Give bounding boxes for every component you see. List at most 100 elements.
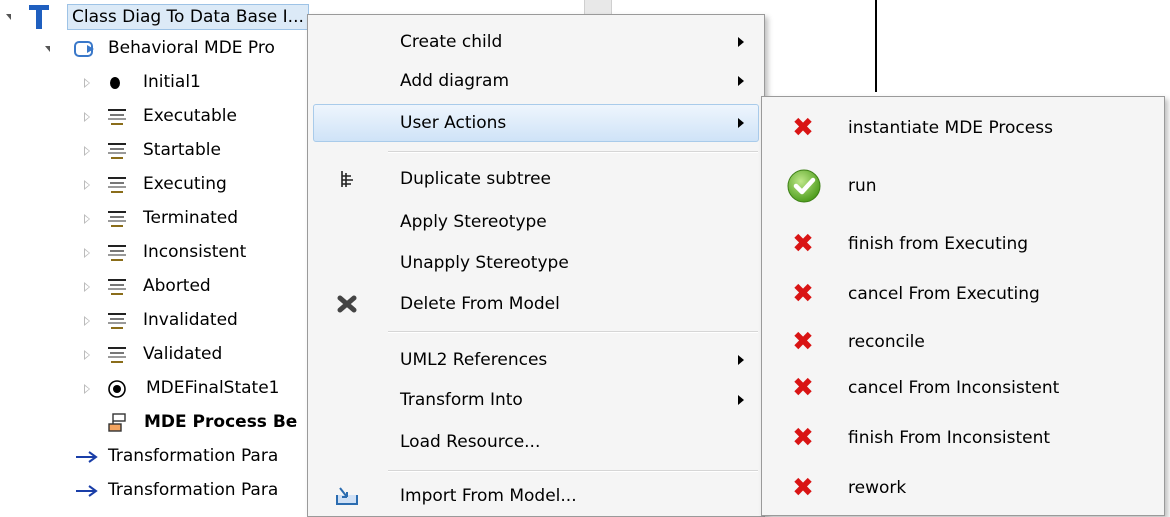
diagram-edge-line [875,0,877,92]
submenu-arrow-icon [738,395,744,405]
disabled-x-icon: ✖ [792,279,814,309]
scrollbar-stub[interactable] [584,0,612,14]
menu-item-apply-stereotype[interactable]: Apply Stereotype [308,203,764,241]
tree-item[interactable]: Inconsistent [0,238,330,268]
menu-item-label: Create child [400,32,503,52]
submenu-item-rework[interactable]: ✖ rework [762,465,1164,511]
arrow-right-icon [74,449,100,465]
collapsed-arrow-icon[interactable] [84,282,90,292]
expanded-arrow-icon[interactable] [45,46,50,52]
menu-item-label: Transform Into [400,390,523,410]
menu-item-import-from-model[interactable]: Import From Model... [308,477,764,515]
submenu-item-reconcile[interactable]: ✖ reconcile [762,319,1164,365]
arrow-right-icon [74,483,100,499]
tree-item[interactable]: Validated [0,340,330,370]
delete-icon [334,291,360,317]
submenu-item-cancel-from-inconsistent[interactable]: ✖ cancel From Inconsistent [762,365,1164,411]
tree-param-row[interactable]: Transformation Para [0,476,330,506]
state-icon [106,243,128,263]
context-menu[interactable]: Create child Add diagram User Actions Du… [307,14,765,517]
tree-item[interactable]: Aborted [0,272,330,302]
menu-item-label: UML2 References [400,350,548,370]
collapsed-arrow-icon[interactable] [84,214,90,224]
collapsed-arrow-icon[interactable] [84,384,90,394]
tree-item-label: Aborted [143,276,211,296]
tree-item-label: Terminated [143,208,239,228]
submenu-item-label: finish From Inconsistent [848,428,1051,448]
menu-item-unapply-stereotype[interactable]: Unapply Stereotype [308,244,764,282]
menu-item-create-child[interactable]: Create child [308,23,764,61]
tree-process-row[interactable]: Behavioral MDE Pro [0,34,330,64]
state-icon [106,209,128,229]
submenu-arrow-icon [738,76,744,86]
tree-item-label: Startable [143,140,221,160]
menu-item-user-actions[interactable]: User Actions [313,104,759,142]
tree-item-label: Inconsistent [143,242,247,262]
submenu-item-finish-from-inconsistent[interactable]: ✖ finish From Inconsistent [762,415,1164,461]
state-icon [106,175,128,195]
submenu-item-run[interactable]: run [762,163,1164,209]
submenu-item-finish-from-executing[interactable]: ✖ finish from Executing [762,221,1164,267]
tree-item-label: Invalidated [143,310,238,330]
tree-item[interactable]: Terminated [0,204,330,234]
tree-root-label[interactable]: Class Diag To Data Base I... [67,4,309,30]
tree-item-label: MDEFinalState1 [146,378,280,398]
disabled-x-icon: ✖ [792,423,814,453]
menu-item-label: User Actions [400,113,507,133]
submenu-item-instantiate[interactable]: ✖ instantiate MDE Process [762,105,1164,151]
menu-item-add-diagram[interactable]: Add diagram [308,62,764,100]
expanded-arrow-icon[interactable] [6,14,11,20]
submenu-item-label: run [848,176,877,196]
submenu-item-label: cancel From Inconsistent [848,378,1060,398]
collapsed-arrow-icon[interactable] [84,248,90,258]
menu-item-delete-from-model[interactable]: Delete From Model [308,285,764,323]
tree-item[interactable]: Executable [0,102,330,132]
tree-root-row[interactable]: Class Diag To Data Base I... [0,2,330,32]
menu-item-label: Add diagram [400,71,510,91]
submenu-item-cancel-from-executing[interactable]: ✖ cancel From Executing [762,271,1164,317]
submenu-arrow-icon [738,37,744,47]
menu-item-duplicate-subtree[interactable]: Duplicate subtree [308,160,764,198]
initial-node-icon [106,74,124,92]
menu-item-label: Apply Stereotype [400,212,547,232]
tree-process-label: Behavioral MDE Pro [108,38,275,58]
menu-item-load-resource[interactable]: Load Resource... [308,423,764,461]
tree-behavior-row[interactable]: MDE Process Be [0,408,330,438]
menu-separator [388,151,758,153]
submenu-arrow-icon [738,118,744,128]
state-icon [106,311,128,331]
submenu-item-label: finish from Executing [848,234,1029,254]
menu-separator [388,331,758,333]
state-icon [106,141,128,161]
collapsed-arrow-icon[interactable] [84,350,90,360]
tree-item-label: Initial1 [143,72,201,92]
model-tree[interactable]: Class Diag To Data Base I... Behavioral … [0,0,612,517]
disabled-x-icon: ✖ [792,229,814,259]
tree-item[interactable]: Executing [0,170,330,200]
tree-param-row[interactable]: Transformation Para [0,442,330,472]
collapsed-arrow-icon[interactable] [84,180,90,190]
collapsed-arrow-icon[interactable] [84,78,90,88]
menu-item-transform-into[interactable]: Transform Into [308,381,764,419]
tree-param-label: Transformation Para [108,446,279,466]
transformation-icon [26,3,52,31]
tree-item[interactable]: Invalidated [0,306,330,336]
tree-item[interactable]: Startable [0,136,330,166]
behavior-icon [106,412,128,434]
menu-item-uml2-references[interactable]: UML2 References [308,341,764,379]
disabled-x-icon: ✖ [792,373,814,403]
collapsed-arrow-icon[interactable] [84,146,90,156]
collapsed-arrow-icon[interactable] [84,316,90,326]
submenu-arrow-icon [738,355,744,365]
collapsed-arrow-icon[interactable] [84,112,90,122]
process-icon [73,39,97,59]
submenu-item-label: instantiate MDE Process [848,118,1053,138]
submenu-item-label: cancel From Executing [848,284,1040,304]
tree-item[interactable]: MDEFinalState1 [0,374,330,404]
user-actions-submenu[interactable]: ✖ instantiate MDE Process run ✖ finish f… [761,96,1165,516]
menu-item-label: Delete From Model [400,294,560,314]
tree-item[interactable]: Initial1 [0,68,330,98]
disabled-x-icon: ✖ [792,327,814,357]
menu-item-label: Unapply Stereotype [400,253,569,273]
tree-item-label: Executable [143,106,237,126]
